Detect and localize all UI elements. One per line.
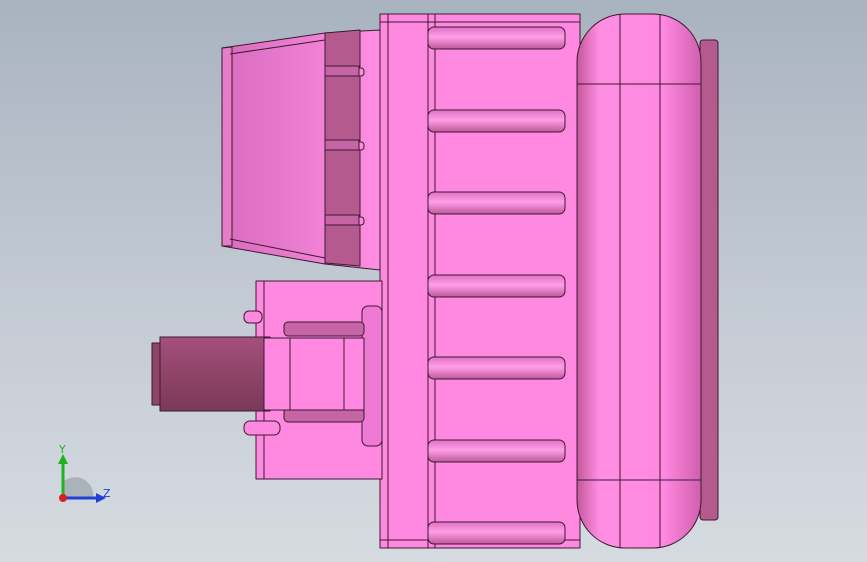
end-cap [576,13,719,549]
connector-housing [221,29,381,271]
y-axis-label: Y [58,443,66,456]
orientation-triad: Y Z [58,443,111,503]
3d-viewport[interactable]: Y Z [0,0,867,562]
cad-model[interactable] [0,0,867,562]
shaft-coupling [151,336,365,412]
z-axis-label: Z [103,487,111,500]
